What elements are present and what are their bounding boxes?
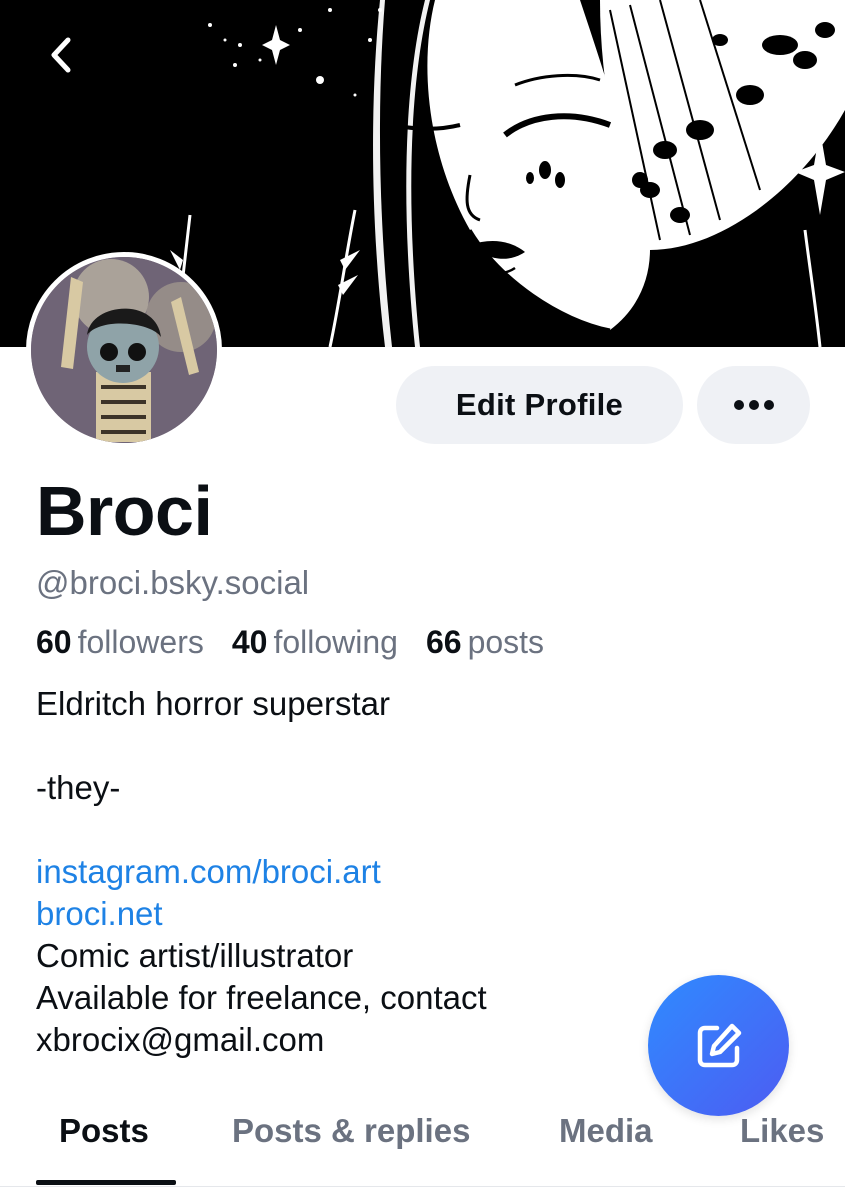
posts-stat: 66 posts: [426, 624, 544, 661]
following-stat[interactable]: 40 following: [232, 624, 398, 661]
bio-email: xbrocix@gmail.com: [36, 1021, 325, 1058]
posts-label: posts: [467, 624, 545, 660]
followers-label: followers: [77, 624, 204, 660]
profile-tabs: Posts Posts & replies Media Likes: [0, 1100, 845, 1200]
more-horizontal-icon: [733, 400, 774, 410]
chevron-left-icon: [51, 37, 71, 73]
handle: @broci.bsky.social: [36, 564, 310, 601]
bio-line: -they-: [36, 769, 121, 806]
avatar[interactable]: [26, 252, 222, 448]
bio-blank-line: [36, 809, 636, 851]
tab-posts-replies[interactable]: Posts & replies: [232, 1112, 470, 1150]
edit-profile-label: Edit Profile: [455, 387, 624, 422]
tabs-divider: [0, 1186, 845, 1187]
tab-likes[interactable]: Likes: [740, 1112, 824, 1150]
followers-stat[interactable]: 60 followers: [36, 624, 204, 661]
bio-line: Comic artist/illustrator: [36, 937, 354, 974]
bio: Eldritch horror superstar -they- instagr…: [36, 683, 636, 1061]
bio-blank-line: [36, 725, 636, 767]
bio-line: Eldritch horror superstar: [36, 685, 390, 722]
following-label: following: [273, 624, 398, 660]
more-options-button[interactable]: [697, 366, 810, 444]
followers-count: 60: [36, 624, 72, 660]
tab-posts[interactable]: Posts: [59, 1112, 149, 1150]
bio-line: Available for freelance, contact: [36, 979, 487, 1016]
tab-media[interactable]: Media: [559, 1112, 653, 1150]
compose-button[interactable]: [648, 975, 789, 1116]
display-name: Broci: [36, 472, 213, 550]
edit-profile-button[interactable]: Edit Profile: [396, 366, 683, 444]
posts-count: 66: [425, 624, 462, 660]
compose-icon: [697, 1023, 741, 1067]
following-count: 40: [231, 624, 268, 660]
bio-link-instagram[interactable]: instagram.com/broci.art: [36, 851, 636, 893]
bio-link-website[interactable]: broci.net: [36, 893, 636, 935]
active-tab-indicator: [36, 1180, 176, 1185]
avatar-image: [31, 257, 217, 443]
profile-stats: 60 followers 40 following 66 posts: [36, 624, 544, 661]
back-button[interactable]: [36, 30, 86, 80]
